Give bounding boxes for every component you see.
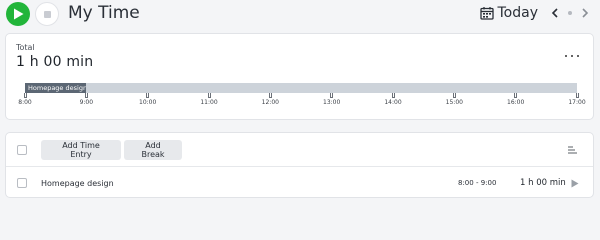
- timeline-tick: 8:00: [10, 93, 40, 106]
- timeline-tick: 10:00: [133, 93, 163, 106]
- tick-mark: [207, 93, 211, 98]
- tick-label: 12:00: [261, 99, 279, 106]
- tick-label: 11:00: [200, 99, 218, 106]
- tick-mark: [84, 93, 88, 98]
- page-title: My Time: [68, 3, 140, 23]
- stop-icon: [43, 10, 51, 18]
- date-navigation: Today: [479, 3, 593, 23]
- timeline-tick: 16:00: [501, 93, 531, 106]
- tick-mark: [575, 93, 579, 98]
- table-row[interactable]: Homepage design 8:00 - 9:00 1 h 00 min: [6, 167, 593, 199]
- chevron-left-icon: [551, 8, 558, 18]
- tick-label: 9:00: [79, 99, 94, 106]
- tick-mark: [146, 93, 150, 98]
- add-break-button[interactable]: Add Break: [124, 140, 182, 160]
- add-time-entry-button[interactable]: Add Time Entry: [41, 140, 121, 160]
- total-label: Total: [16, 43, 35, 52]
- tick-label: 17:00: [568, 99, 586, 106]
- sort-icon[interactable]: [568, 146, 577, 154]
- tick-mark: [514, 93, 518, 98]
- tick-mark: [391, 93, 395, 98]
- time-entries-card: Add Time Entry Add Break Homepage design…: [5, 132, 594, 198]
- play-icon: [13, 8, 23, 20]
- chevron-right-icon: [582, 8, 589, 18]
- tick-label: 10:00: [139, 99, 157, 106]
- next-day-button[interactable]: [578, 6, 592, 20]
- timeline-tick: 9:00: [71, 93, 101, 106]
- tick-mark: [268, 93, 272, 98]
- timeline-tick: 17:00: [562, 93, 592, 106]
- tick-label: 13:00: [323, 99, 341, 106]
- play-icon[interactable]: [571, 179, 579, 188]
- entry-name[interactable]: Homepage design: [41, 179, 114, 188]
- tick-label: 8:00: [18, 99, 32, 106]
- calendar-icon[interactable]: [479, 6, 494, 20]
- tick-mark: [23, 93, 27, 98]
- row-checkbox[interactable]: [17, 178, 27, 188]
- more-options-button[interactable]: [565, 51, 579, 61]
- more-dot-icon: [577, 55, 579, 57]
- timeline-ticks: 8:00 9:00 10:00 11:00 12:00 13:00 14:00 15:00 16…: [18, 93, 586, 113]
- tick-label: 16:00: [507, 99, 525, 106]
- current-day-dot[interactable]: [568, 11, 572, 15]
- timeline-tick: 15:00: [439, 93, 469, 106]
- entry-time-range[interactable]: 8:00 - 9:00: [458, 179, 496, 187]
- start-timer-button[interactable]: [6, 2, 30, 26]
- more-dot-icon: [571, 55, 573, 57]
- stop-timer-button[interactable]: [35, 2, 59, 26]
- select-all-checkbox[interactable]: [17, 144, 27, 155]
- total-value: 1 h 00 min: [16, 54, 94, 70]
- timeline-tick: 12:00: [255, 93, 285, 106]
- tick-mark: [330, 93, 334, 98]
- entry-duration: 1 h 00 min: [520, 178, 566, 188]
- tick-label: 14:00: [384, 99, 402, 106]
- header: My Time Today: [0, 0, 600, 28]
- previous-day-button[interactable]: [548, 6, 562, 20]
- date-label[interactable]: Today: [498, 5, 539, 21]
- more-dot-icon: [565, 55, 567, 57]
- timeline-entry-bar[interactable]: Homepage design: [25, 83, 87, 93]
- entries-toolbar: Add Time Entry Add Break: [6, 133, 593, 167]
- total-summary-card: Total 1 h 00 min Homepage design 8:00 9:0…: [5, 33, 594, 120]
- tick-label: 15:00: [445, 99, 463, 106]
- day-timeline: Homepage design: [25, 83, 577, 93]
- tick-mark: [452, 93, 456, 98]
- timeline-entry-label: Homepage design: [28, 84, 87, 92]
- timeline-tick: 11:00: [194, 93, 224, 106]
- timeline-tick: 13:00: [317, 93, 347, 106]
- timeline-tick: 14:00: [378, 93, 408, 106]
